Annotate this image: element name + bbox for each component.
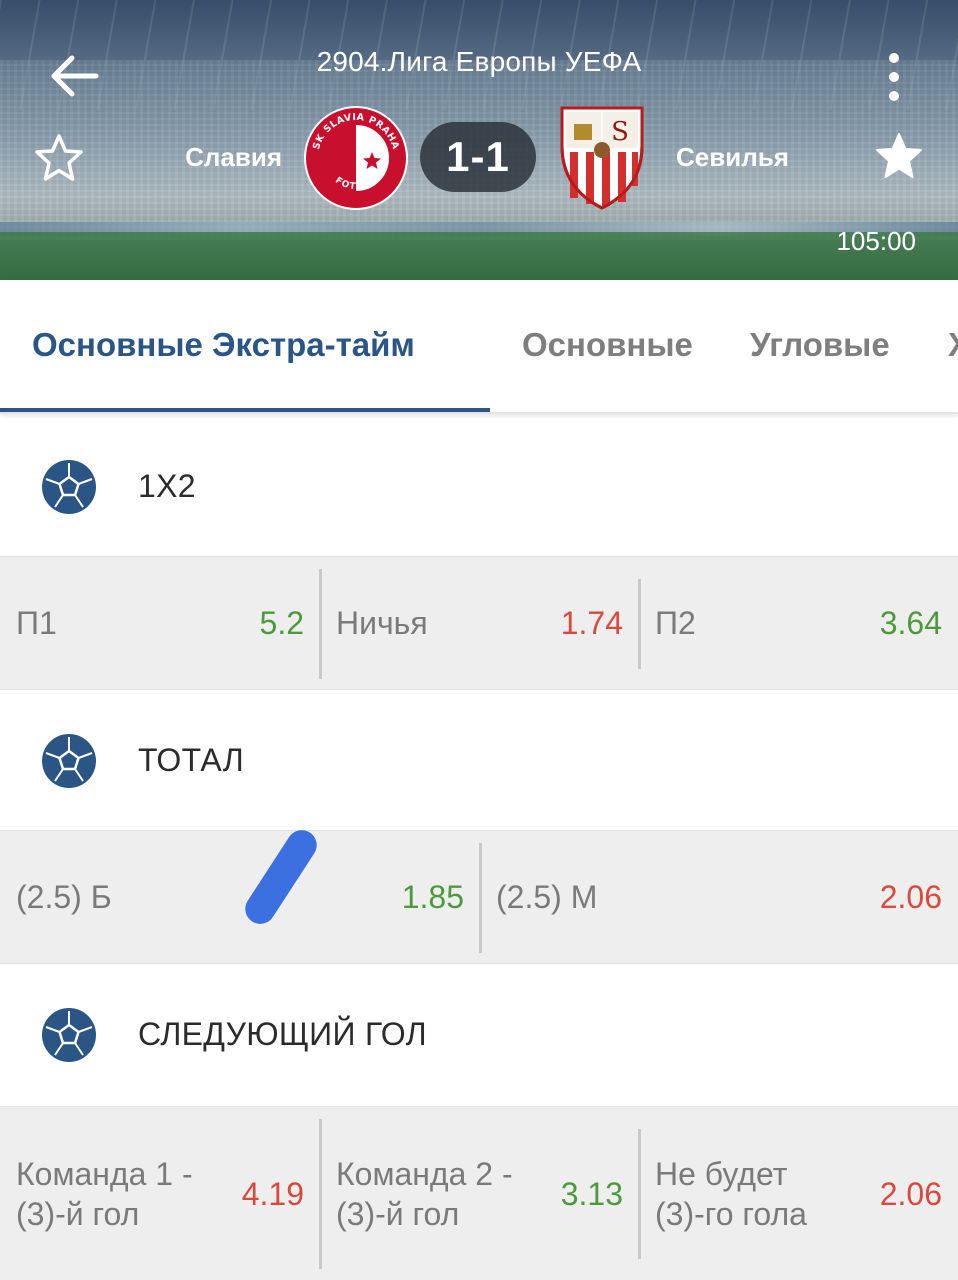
outcome-label-line2: (3)-го гола <box>655 1195 807 1232</box>
outcome-label: (2.5) Б <box>16 879 112 915</box>
odd-button-draw[interactable]: Ничья 1.74 <box>320 557 639 689</box>
odd-value: 1.74 <box>560 605 623 641</box>
outcome-label-line1: Команда 1 - <box>16 1155 193 1192</box>
outcome-label: П2 <box>655 605 696 641</box>
outcome-label: Не будет (3)-го гола <box>655 1154 807 1234</box>
match-time: 105:00 <box>836 226 916 256</box>
tab-more[interactable]: Х <box>948 326 958 364</box>
odd-value: 1.85 <box>401 879 464 915</box>
odd-value: 2.06 <box>879 1175 942 1212</box>
odd-value: 3.13 <box>560 1175 623 1212</box>
outcome-label: Ничья <box>336 605 428 641</box>
odd-value: 4.19 <box>241 1175 304 1212</box>
market-header-total[interactable]: ТОТАЛ <box>0 692 958 830</box>
outcome-label-line1: Команда 2 - <box>336 1155 513 1192</box>
soccer-ball-icon <box>42 460 96 514</box>
outcome-label: П1 <box>16 605 57 641</box>
odd-value: 5.2 <box>259 605 304 641</box>
market-title: ТОТАЛ <box>138 742 245 778</box>
home-team-logo: SK SLAVIA PRAHA FOTBAL <box>302 104 410 212</box>
odd-button-over[interactable]: (2.5) Б 1.85 <box>0 831 480 963</box>
market-header-1x2[interactable]: 1Х2 <box>0 418 958 556</box>
outcome-label: Команда 2 - (3)-й гол <box>336 1154 513 1234</box>
market-title: СЛЕДУЮЩИЙ ГОЛ <box>138 1016 427 1052</box>
arrow-left-icon <box>51 55 99 97</box>
outcome-label: (2.5) М <box>496 879 598 915</box>
star-filled-icon <box>876 133 922 178</box>
odds-row-total: (2.5) Б 1.85 (2.5) М 2.06 <box>0 830 958 964</box>
tab-corners[interactable]: Угловые <box>750 326 890 364</box>
svg-text:S: S <box>611 117 629 147</box>
outcome-label-line1: Не будет <box>655 1155 788 1192</box>
favorite-home-button[interactable] <box>32 132 86 184</box>
more-vertical-icon <box>889 53 899 101</box>
market-tabs: Основные Экстра-тайм Основные Угловые Х <box>0 280 958 414</box>
match-header: 2904.Лига Европы УЕФА Славия SK SLAVIA P… <box>0 0 958 280</box>
odd-value: 2.06 <box>879 879 942 915</box>
odd-button-p1[interactable]: П1 5.2 <box>0 557 320 689</box>
odd-button-p2[interactable]: П2 3.64 <box>639 557 958 689</box>
market-title: 1Х2 <box>138 468 196 504</box>
star-outline-icon <box>35 134 83 181</box>
favorite-away-button[interactable] <box>872 130 926 182</box>
odds-row-next-goal: Команда 1 - (3)-й гол 4.19 Команда 2 - (… <box>0 1106 958 1280</box>
more-options-button[interactable] <box>876 50 912 104</box>
outcome-label-line2: (3)-й гол <box>336 1195 460 1232</box>
match-score: 1-1 <box>420 122 536 192</box>
away-team-logo: S <box>556 102 648 210</box>
soccer-ball-icon <box>42 734 96 788</box>
odd-button-under[interactable]: (2.5) М 2.06 <box>480 831 958 963</box>
odd-value: 3.64 <box>879 605 942 641</box>
tab-main[interactable]: Основные <box>522 326 693 364</box>
odds-row-1x2: П1 5.2 Ничья 1.74 П2 3.64 <box>0 556 958 690</box>
odd-button-team1-goal[interactable]: Команда 1 - (3)-й гол 4.19 <box>0 1107 320 1280</box>
league-title: 2904.Лига Европы УЕФА <box>316 46 642 77</box>
soccer-ball-icon <box>42 1008 96 1062</box>
outcome-label-line2: (3)-й гол <box>16 1195 140 1232</box>
away-team-name: Севилья <box>676 142 789 172</box>
outcome-label: Команда 1 - (3)-й гол <box>16 1154 193 1234</box>
odd-button-team2-goal[interactable]: Команда 2 - (3)-й гол 3.13 <box>320 1107 639 1280</box>
odd-button-no-goal[interactable]: Не будет (3)-го гола 2.06 <box>639 1107 958 1280</box>
market-header-next-goal[interactable]: СЛЕДУЮЩИЙ ГОЛ <box>0 966 958 1104</box>
back-button[interactable] <box>48 52 102 100</box>
active-tab-indicator <box>0 408 490 412</box>
home-team-name: Славия <box>185 142 282 172</box>
tab-main-extra-time[interactable]: Основные Экстра-тайм <box>32 326 415 364</box>
